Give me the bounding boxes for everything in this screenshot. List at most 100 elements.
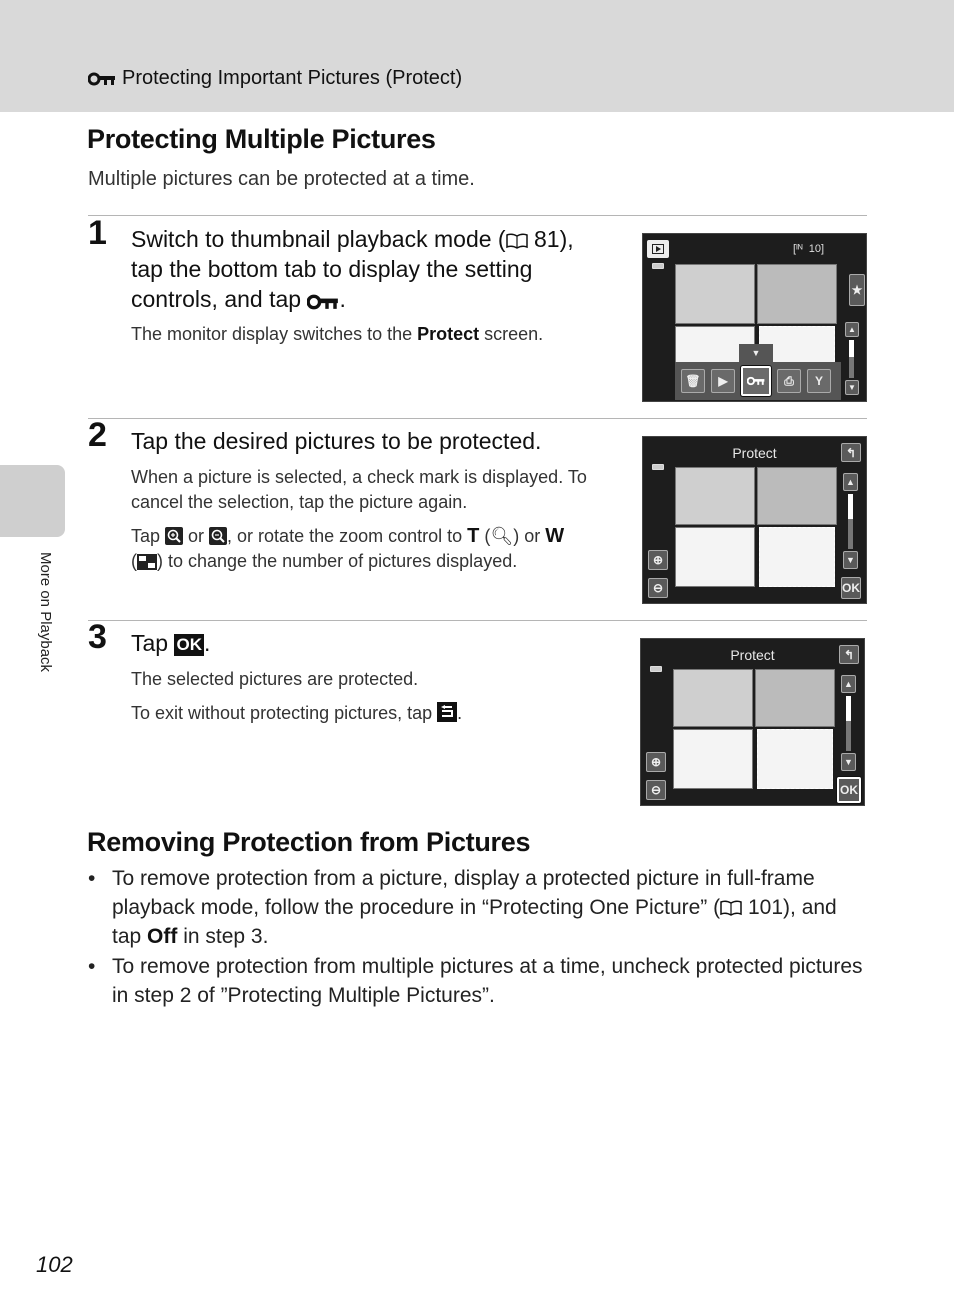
scroll-up-button[interactable]: ▲ xyxy=(843,473,858,491)
protect-term: Protect xyxy=(417,324,480,344)
camera-screen-thumbnail-playback: [ᴵᴺ 10] ★ ▲ ▼ ▼ 🗑 ▶ ⎙ Y xyxy=(642,233,867,402)
text: ) or xyxy=(513,526,546,546)
step-number: 3 xyxy=(88,618,107,656)
text: ) to change the number of pictures displ… xyxy=(157,551,518,571)
thumbnail-mother-child[interactable] xyxy=(759,527,835,587)
running-header: Protecting Important Pictures (Protect) xyxy=(0,0,954,112)
text: To exit without protecting pictures, tap xyxy=(131,703,438,723)
battery-icon xyxy=(652,464,664,470)
scroll-down-button[interactable]: ▼ xyxy=(843,551,858,569)
step-1-body: The monitor display switches to the Prot… xyxy=(131,322,611,356)
thumbnail-portrait[interactable] xyxy=(675,264,755,324)
favorite-star-button[interactable]: ★ xyxy=(849,274,865,306)
print-order-icon[interactable]: ⎙ xyxy=(777,369,801,393)
tele-label: T xyxy=(467,525,480,547)
frame-count: 10 xyxy=(808,243,821,255)
magnifier-icon: 🔍︎ xyxy=(490,526,514,546)
step-3-body-text: The selected pictures are protected. xyxy=(131,669,419,689)
step-1-title-text: Switch to thumbnail playback mode ( xyxy=(131,226,506,252)
screen-title: Protect xyxy=(732,445,777,461)
scrollbar[interactable] xyxy=(849,340,854,378)
zoom-in-button[interactable]: ⊕ xyxy=(648,550,668,570)
screen-title: Protect xyxy=(730,647,775,663)
zoom-out-icon xyxy=(209,527,228,545)
removal-instructions-list: To remove protection from a picture, dis… xyxy=(88,864,868,1011)
slideshow-icon[interactable]: ▶ xyxy=(711,369,735,393)
scroll-up-button[interactable]: ▲ xyxy=(841,675,856,693)
text: Tap xyxy=(131,526,166,546)
chapter-tab[interactable] xyxy=(0,465,65,537)
step-1-body-text-2: screen. xyxy=(479,324,544,344)
back-return-icon xyxy=(437,702,458,722)
book-reference-icon xyxy=(505,233,528,249)
thumbnail-family[interactable] xyxy=(675,527,755,587)
toolbar-tab-handle[interactable]: ▼ xyxy=(739,344,773,362)
ok-button[interactable]: OK xyxy=(841,577,861,599)
thumbnail-flowers[interactable] xyxy=(757,467,837,525)
step-number: 1 xyxy=(88,214,107,252)
key-protect-icon xyxy=(88,72,116,86)
section-title-protect-multiple: Protecting Multiple Pictures xyxy=(87,124,436,154)
step-1-body-text: The monitor display switches to the xyxy=(131,324,418,344)
ok-button-highlighted[interactable]: OK xyxy=(837,777,861,803)
off-term: Off xyxy=(147,925,178,948)
step-2-body-text: When a picture is selected, a check mark… xyxy=(131,467,587,512)
step-3-body: The selected pictures are protected. To … xyxy=(131,667,611,735)
step-2-zoom-instructions: Tap or , or rotate the zoom control to T… xyxy=(131,524,611,574)
delete-icon[interactable]: 🗑 xyxy=(681,369,705,393)
scroll-up-button[interactable]: ▲ xyxy=(845,322,859,337)
scroll-down-button[interactable]: ▼ xyxy=(841,753,856,771)
page-reference[interactable]: 81 xyxy=(534,226,560,252)
divider xyxy=(88,418,867,419)
camera-screen-protect-ok: Protect ↰ ▲ ▼ ⊕ ⊖ OK xyxy=(640,638,865,806)
step-1-title: Switch to thumbnail playback mode ( 81),… xyxy=(131,224,611,314)
thumbnail-grid-icon xyxy=(137,554,157,570)
ok-icon: OK xyxy=(174,634,204,656)
page-number: 102 xyxy=(36,1252,73,1277)
thumbnail-flowers[interactable] xyxy=(757,264,837,324)
scrollbar[interactable] xyxy=(848,494,853,549)
list-item: To remove protection from multiple pictu… xyxy=(88,952,868,1010)
thumbnail-flowers[interactable] xyxy=(755,669,835,727)
step-2-body: When a picture is selected, a check mark… xyxy=(131,465,611,583)
running-header-title: Protecting Important Pictures (Protect) xyxy=(88,67,462,90)
section-title-removing-protection: Removing Protection from Pictures xyxy=(87,827,531,857)
scrollbar[interactable] xyxy=(846,696,851,751)
setting-controls-toolbar: 🗑 ▶ ⎙ Y xyxy=(675,362,841,400)
zoom-in-icon xyxy=(165,527,184,545)
battery-icon xyxy=(650,666,662,672)
text: , or rotate the zoom control to xyxy=(227,526,468,546)
text: To remove protection from a picture, dis… xyxy=(112,867,815,919)
playback-mode-icon[interactable] xyxy=(647,240,669,258)
page-reference[interactable]: 101 xyxy=(748,896,783,919)
punct: . xyxy=(203,630,211,656)
thumbnail-portrait[interactable] xyxy=(673,669,753,727)
section-intro: Multiple pictures can be protected at a … xyxy=(88,168,475,190)
key-protect-icon xyxy=(307,294,339,310)
step-3-title: Tap OK. xyxy=(131,628,611,658)
list-item: To remove protection from a picture, dis… xyxy=(88,864,868,951)
frame-counter: [ᴵᴺ 10] xyxy=(793,243,825,255)
text: Tap xyxy=(131,630,175,656)
zoom-in-button[interactable]: ⊕ xyxy=(646,752,666,772)
chapter-tab-label: More on Playback xyxy=(37,552,54,673)
thumbnail-portrait[interactable] xyxy=(675,467,755,525)
book-reference-icon xyxy=(720,900,742,916)
back-return-button[interactable]: ↰ xyxy=(841,443,861,462)
back-return-button[interactable]: ↰ xyxy=(839,645,859,664)
protect-key-icon[interactable] xyxy=(741,366,771,396)
step-number: 2 xyxy=(88,416,107,454)
setup-wrench-icon[interactable]: Y xyxy=(807,369,831,393)
running-header-text: Protecting Important Pictures (Protect) xyxy=(122,67,463,89)
battery-icon xyxy=(652,263,664,269)
punct: . xyxy=(339,286,346,312)
step-2-title: Tap the desired pictures to be protected… xyxy=(131,428,542,454)
punct: . xyxy=(457,703,463,723)
zoom-out-button[interactable]: ⊖ xyxy=(648,578,668,598)
divider xyxy=(88,215,867,216)
internal-memory-icon: [ᴵᴺ xyxy=(793,243,803,255)
thumbnail-family[interactable] xyxy=(673,729,753,789)
zoom-out-button[interactable]: ⊖ xyxy=(646,780,666,800)
scroll-down-button[interactable]: ▼ xyxy=(845,380,859,395)
thumbnail-mother-child[interactable] xyxy=(757,729,833,789)
